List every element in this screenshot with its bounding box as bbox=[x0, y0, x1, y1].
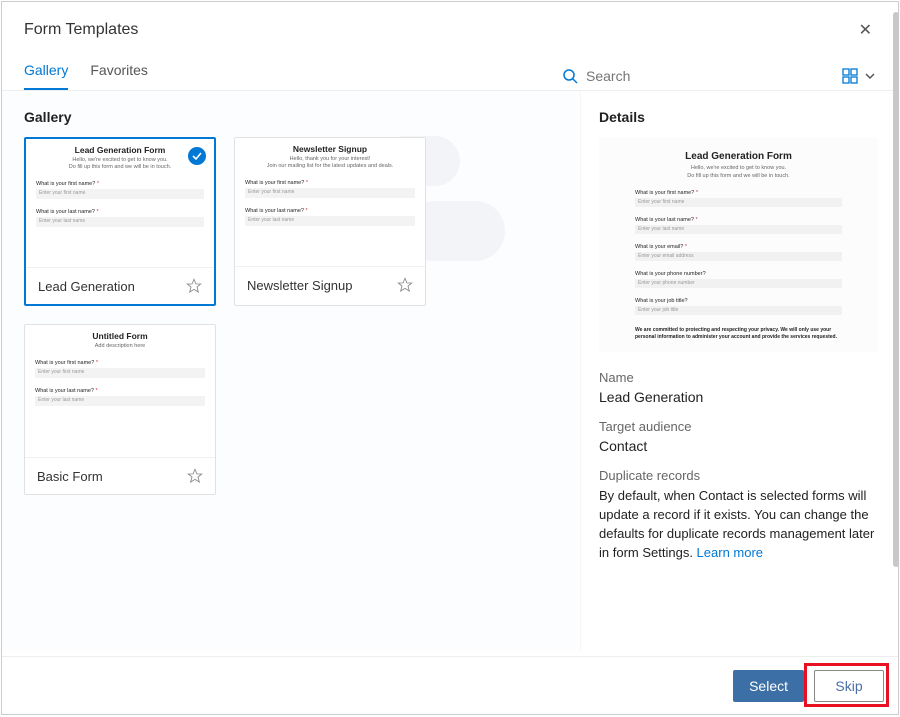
card-footer: Newsletter Signup bbox=[235, 266, 425, 303]
detail-field-label: What is your email? * bbox=[635, 244, 842, 250]
template-card[interactable]: Lead Generation Form Hello, we're excited… bbox=[24, 137, 216, 306]
learn-more-link[interactable]: Learn more bbox=[697, 545, 763, 560]
detail-field-input: Enter your phone number bbox=[635, 279, 842, 288]
preview-field-label: What is your first name? * bbox=[245, 180, 415, 186]
template-large-preview: Lead Generation Form Hello, we're excite… bbox=[599, 137, 878, 352]
card-name: Lead Generation bbox=[38, 279, 135, 294]
preview-field-label: What is your last name? * bbox=[245, 208, 415, 214]
details-heading: Details bbox=[599, 109, 878, 125]
preview-field-input: Enter your first name bbox=[245, 188, 415, 198]
tab-gallery[interactable]: Gallery bbox=[24, 62, 68, 90]
card-name: Basic Form bbox=[37, 469, 103, 484]
preview-subtext: Hello, we're excited to get to know you.… bbox=[617, 165, 860, 180]
preview-field-label: What is your first name? * bbox=[35, 360, 205, 366]
preview-heading: Newsletter Signup bbox=[245, 144, 415, 154]
favorite-star-icon[interactable] bbox=[397, 277, 413, 293]
preview-subtext: Add description here bbox=[35, 343, 205, 350]
preview-field-label: What is your last name? * bbox=[36, 209, 204, 215]
detail-field-label: What is your job title? bbox=[635, 298, 842, 304]
meta-name-value: Lead Generation bbox=[599, 389, 878, 405]
card-preview: Newsletter Signup Hello, thank you for yo… bbox=[235, 138, 425, 266]
preview-field-input: Enter your first name bbox=[36, 189, 204, 199]
skip-button[interactable]: Skip bbox=[814, 670, 884, 702]
preview-field-label: What is your first name? * bbox=[36, 181, 204, 187]
meta-duplicate-label: Duplicate records bbox=[599, 468, 878, 483]
template-card[interactable]: Newsletter Signup Hello, thank you for yo… bbox=[234, 137, 426, 306]
gallery-heading: Gallery bbox=[24, 109, 570, 125]
preview-field-input: Enter your last name bbox=[36, 217, 204, 227]
search-input[interactable] bbox=[586, 68, 766, 84]
meta-audience-value: Contact bbox=[599, 438, 878, 454]
preview-heading: Lead Generation Form bbox=[36, 145, 204, 155]
card-footer: Basic Form bbox=[25, 457, 215, 494]
favorite-star-icon[interactable] bbox=[187, 468, 203, 484]
select-button[interactable]: Select bbox=[733, 670, 804, 702]
template-card[interactable]: Untitled Form Add description here What is… bbox=[24, 324, 216, 495]
search-icon bbox=[562, 68, 578, 84]
preview-field-input: Enter your last name bbox=[35, 396, 205, 406]
view-toggle[interactable] bbox=[842, 68, 876, 84]
preview-heading: Untitled Form bbox=[35, 331, 205, 341]
preview-subtext: Hello, thank you for your interest!Join … bbox=[245, 156, 415, 170]
preview-field-input: Enter your last name bbox=[245, 216, 415, 226]
card-name: Newsletter Signup bbox=[247, 278, 353, 293]
meta-audience-label: Target audience bbox=[599, 419, 878, 434]
detail-field-label: What is your first name? * bbox=[635, 190, 842, 196]
card-preview: Untitled Form Add description here What is… bbox=[25, 325, 215, 457]
card-footer: Lead Generation bbox=[26, 267, 214, 304]
gallery-panel: Gallery Lead Generation Form Hello, we're… bbox=[2, 91, 580, 651]
preview-heading: Lead Generation Form bbox=[617, 151, 860, 162]
meta-duplicate-desc: By default, when Contact is selected for… bbox=[599, 487, 878, 562]
tabs: Gallery Favorites bbox=[24, 62, 148, 90]
preview-field-input: Enter your first name bbox=[35, 368, 205, 378]
detail-field-input: Enter your last name bbox=[635, 225, 842, 234]
card-preview: Lead Generation Form Hello, we're excited… bbox=[26, 139, 214, 267]
preview-field-label: What is your last name? * bbox=[35, 388, 205, 394]
dialog-title: Form Templates bbox=[24, 21, 138, 39]
preview-privacy: We are committed to protecting and respe… bbox=[617, 327, 860, 340]
grid-view-icon bbox=[842, 68, 858, 84]
detail-field-input: Enter your job title bbox=[635, 306, 842, 315]
favorite-star-icon[interactable] bbox=[186, 278, 202, 294]
detail-field-label: What is your phone number? bbox=[635, 271, 842, 277]
details-panel: Details Lead Generation Form Hello, we'r… bbox=[580, 91, 898, 651]
meta-name-label: Name bbox=[599, 370, 878, 385]
close-icon[interactable]: ✕ bbox=[855, 16, 876, 44]
chevron-down-icon bbox=[864, 70, 876, 82]
detail-field-label: What is your last name? * bbox=[635, 217, 842, 223]
tab-favorites[interactable]: Favorites bbox=[90, 62, 148, 90]
detail-field-input: Enter your first name bbox=[635, 198, 842, 207]
preview-subtext: Hello, we're excited to get to know you.… bbox=[36, 157, 204, 171]
detail-field-input: Enter your email address bbox=[635, 252, 842, 261]
selected-check-icon bbox=[188, 147, 206, 165]
scrollbar[interactable] bbox=[893, 12, 899, 567]
